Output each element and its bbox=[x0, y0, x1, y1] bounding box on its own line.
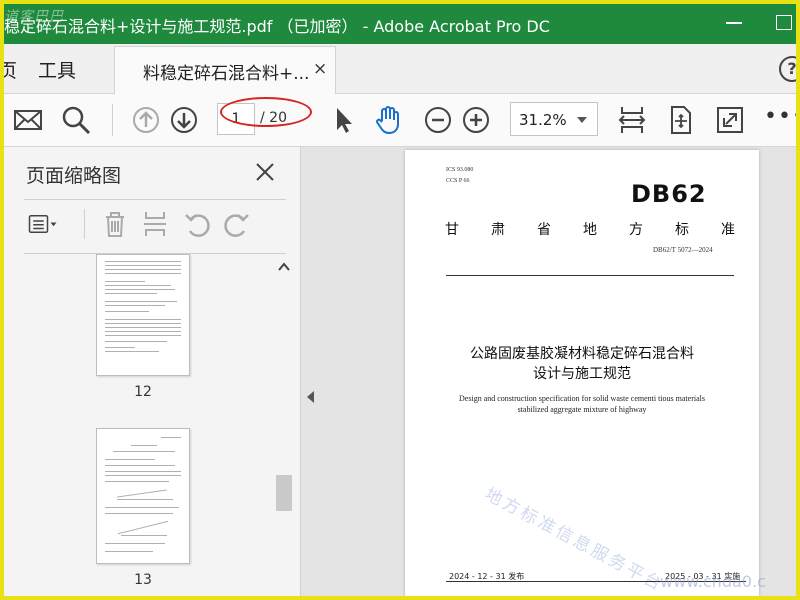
thumbnail-label: 12 bbox=[134, 384, 152, 400]
tab-home[interactable]: 页 bbox=[4, 56, 17, 83]
options-icon[interactable] bbox=[28, 209, 58, 239]
minimize-button[interactable] bbox=[724, 12, 744, 32]
hand-tool-icon[interactable] bbox=[372, 104, 404, 136]
rotate-right-icon[interactable] bbox=[222, 209, 252, 239]
scroll-thumb[interactable] bbox=[276, 475, 292, 511]
title-cn-line: 设计与施工规范 bbox=[533, 366, 631, 382]
thumbnail-list: 12 13 bbox=[4, 254, 274, 596]
standard-level: 甘 肃 省 地 方 标 准 bbox=[445, 219, 735, 239]
title-bar: 道客巴巴 稳定碎石混合料+设计与施工规范.pdf （已加密） - Adobe A… bbox=[4, 4, 796, 44]
chevron-up-icon[interactable] bbox=[277, 261, 291, 273]
tab-bar: 页 工具 料稳定碎石混合料+... × ? bbox=[4, 44, 796, 94]
fit-page-icon[interactable] bbox=[616, 104, 648, 136]
divider bbox=[446, 275, 734, 276]
search-icon[interactable] bbox=[60, 104, 92, 136]
app-window: 道客巴巴 稳定碎石混合料+设计与施工规范.pdf （已加密） - Adobe A… bbox=[4, 4, 796, 596]
title-cn-line: 公路固废基胶凝材料稳定碎石混合料 bbox=[470, 346, 694, 362]
delete-icon[interactable] bbox=[100, 209, 130, 239]
level-char: 省 bbox=[537, 222, 551, 238]
ccs-code: CCS P 66 bbox=[446, 178, 470, 184]
select-cursor-icon[interactable] bbox=[328, 104, 360, 136]
thumbnail-label: 13 bbox=[134, 572, 152, 588]
page-thumbnail-13[interactable] bbox=[96, 428, 190, 564]
document-title-cn: 公路固废基胶凝材料稳定碎石混合料 设计与施工规范 bbox=[405, 344, 759, 384]
level-char: 准 bbox=[721, 222, 735, 238]
close-icon[interactable] bbox=[254, 161, 276, 183]
zoom-out-icon[interactable] bbox=[422, 104, 454, 136]
help-icon[interactable]: ? bbox=[779, 56, 796, 82]
thumbnail-scrollbar[interactable] bbox=[276, 257, 292, 596]
rotate-left-icon[interactable] bbox=[182, 209, 212, 239]
scroll-mode-icon[interactable] bbox=[664, 104, 696, 136]
collapse-panel-icon[interactable] bbox=[307, 391, 314, 403]
red-annotation-circle bbox=[220, 97, 312, 127]
level-char: 肃 bbox=[491, 222, 505, 238]
document-viewer[interactable]: ICS 93.080 CCS P 66 DB62 甘 肃 省 地 方 标 准 D… bbox=[301, 147, 796, 596]
mail-icon[interactable] bbox=[12, 104, 44, 136]
level-char: 甘 bbox=[445, 222, 459, 238]
document-tab[interactable]: 料稳定碎石混合料+... × bbox=[114, 46, 336, 94]
level-char: 地 bbox=[583, 222, 597, 238]
panel-title: 页面缩略图 bbox=[26, 165, 122, 187]
title-en-line: stabilized aggregate mixture of highway bbox=[517, 405, 647, 414]
divider bbox=[24, 199, 286, 200]
panel-separator bbox=[84, 209, 85, 239]
zoom-dropdown[interactable]: 31.2% bbox=[510, 102, 598, 136]
pdf-page: ICS 93.080 CCS P 66 DB62 甘 肃 省 地 方 标 准 D… bbox=[405, 150, 759, 596]
ics-code: ICS 93.080 bbox=[446, 167, 474, 173]
document-tab-label: 料稳定碎石混合料+... bbox=[143, 64, 310, 84]
document-title-en: Design and construction specification fo… bbox=[405, 393, 759, 415]
classification-codes: ICS 93.080 CCS P 66 bbox=[446, 165, 473, 187]
zoom-value: 31.2% bbox=[519, 111, 567, 129]
standard-number: DB62/T 5072—2024 bbox=[653, 246, 713, 254]
page-down-icon[interactable] bbox=[168, 104, 200, 136]
db-logo: DB62 bbox=[631, 180, 707, 208]
chevron-down-icon bbox=[577, 117, 587, 123]
extract-icon[interactable] bbox=[140, 209, 170, 239]
level-char: 方 bbox=[629, 222, 643, 238]
zoom-in-icon[interactable] bbox=[460, 104, 492, 136]
full-screen-icon[interactable] bbox=[714, 104, 746, 136]
thumbnail-panel: 页面缩略图 12 13 bbox=[4, 147, 301, 596]
page-up-icon[interactable] bbox=[130, 104, 162, 136]
window-title: 稳定碎石混合料+设计与施工规范.pdf （已加密） - Adobe Acroba… bbox=[4, 17, 550, 36]
toolbar: 1 / 20 31.2% •• bbox=[4, 94, 796, 147]
title-en-line: Design and construction specification fo… bbox=[459, 394, 705, 403]
more-icon[interactable]: ••• bbox=[764, 106, 796, 128]
level-char: 标 bbox=[675, 222, 689, 238]
toolbar-separator bbox=[112, 104, 113, 136]
close-tab-icon[interactable]: × bbox=[313, 59, 327, 79]
tab-tools[interactable]: 工具 bbox=[38, 56, 76, 83]
page-thumbnail-12[interactable] bbox=[96, 254, 190, 376]
site-watermark: www.chda0.c bbox=[660, 572, 766, 591]
maximize-button[interactable] bbox=[774, 12, 794, 32]
